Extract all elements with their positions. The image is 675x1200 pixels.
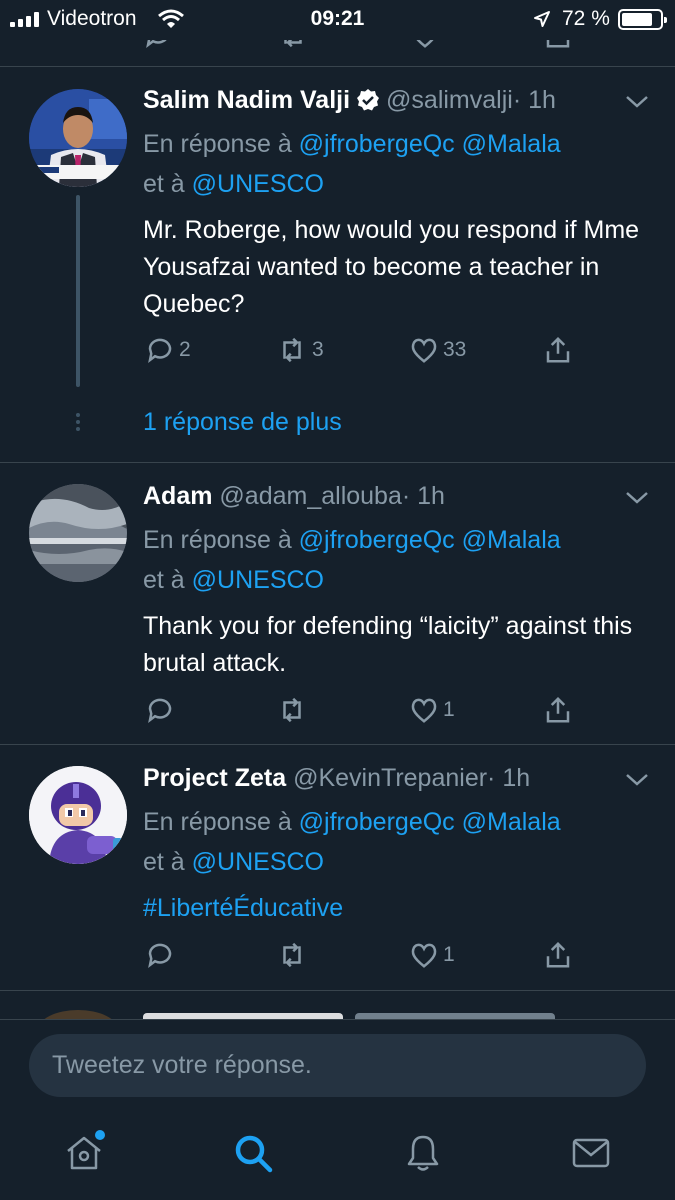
like-icon — [411, 943, 437, 968]
display-name[interactable]: Adam — [143, 482, 212, 510]
tweet-salim[interactable]: Salim Nadim Valji @salimvalji· 1h En répo… — [0, 0, 675, 462]
avatar[interactable] — [29, 766, 127, 864]
mention-link[interactable]: @jfrobergeQc — [299, 130, 455, 158]
retweet-button[interactable] — [276, 940, 308, 970]
home-notification-dot — [95, 1130, 105, 1140]
verified-badge-icon — [357, 89, 380, 111]
retweet-icon — [283, 942, 301, 968]
share-button[interactable] — [543, 335, 573, 365]
chevron-down-icon[interactable] — [624, 490, 650, 506]
search-icon[interactable] — [232, 1132, 274, 1174]
battery-percent: 72 % — [562, 7, 610, 30]
share-icon — [546, 336, 570, 363]
like-button[interactable]: 33 — [409, 335, 466, 365]
tweet-text: Mr. Roberge, how would you respond if Mm… — [143, 216, 640, 318]
notifications-icon[interactable] — [402, 1132, 444, 1174]
handle[interactable]: @salimvalji — [386, 86, 513, 114]
reply-context: En réponse à @jfrobergeQc @Malala et à @… — [143, 130, 561, 198]
like-icon — [411, 698, 437, 723]
tweet-actions: 1 — [0, 695, 675, 729]
more-replies-link[interactable]: 1 réponse de plus — [143, 408, 342, 437]
retweet-icon — [283, 697, 301, 723]
messages-icon[interactable] — [570, 1132, 612, 1174]
share-icon — [546, 941, 570, 968]
bottom-tab-bar — [0, 1110, 675, 1200]
like-count: 33 — [443, 338, 467, 361]
like-count: 1 — [443, 698, 455, 721]
display-name[interactable]: Project Zeta — [143, 764, 286, 792]
handle[interactable]: @adam_allouba — [219, 482, 401, 510]
reply-icon — [148, 338, 172, 363]
reply-button[interactable] — [145, 695, 175, 725]
next-tweet-peek — [0, 1000, 675, 1019]
tweet-header: Project Zeta @KevinTrepanier· 1h — [143, 764, 530, 793]
retweet-count: 3 — [312, 338, 324, 361]
mention-link[interactable]: @jfrobergeQc — [299, 526, 455, 554]
like-button[interactable]: 1 — [409, 695, 455, 725]
reply-context: En réponse à @jfrobergeQc @Malala et à @… — [143, 526, 561, 594]
tweet-header: Adam @adam_allouba· 1h — [143, 482, 445, 511]
tweet-project-zeta[interactable]: Project Zeta @KevinTrepanier· 1h En répo… — [0, 744, 675, 990]
tweet-header: Salim Nadim Valji @salimvalji· 1h — [143, 86, 556, 115]
mention-link[interactable]: @UNESCO — [192, 170, 324, 198]
status-bar: Videotron 09:21 72 % — [0, 0, 675, 40]
reply-icon — [148, 698, 172, 723]
battery-icon — [618, 9, 667, 30]
reply-context: En réponse à @jfrobergeQc @Malala et à @… — [143, 808, 561, 876]
tweet-actions: 1 — [0, 940, 675, 974]
reply-button[interactable]: 2 — [145, 335, 191, 365]
chevron-down-icon[interactable] — [624, 772, 650, 788]
share-button[interactable] — [543, 695, 573, 725]
mention-link[interactable]: @jfrobergeQc — [299, 808, 455, 836]
retweet-button[interactable]: 3 — [276, 335, 324, 365]
reply-icon — [148, 943, 172, 968]
like-count: 1 — [443, 943, 455, 966]
reply-compose-bar: Tweetez votre réponse. — [0, 1019, 675, 1110]
timestamp: · 1h — [512, 86, 556, 114]
chevron-down-icon[interactable] — [624, 94, 650, 110]
hashtag-link[interactable]: #LibertéÉducative — [143, 890, 653, 927]
like-button[interactable]: 1 — [409, 940, 455, 970]
timestamp: · 1h — [487, 764, 531, 792]
avatar[interactable] — [29, 89, 127, 187]
display-name[interactable]: Salim Nadim Valji — [143, 86, 350, 114]
tweet-adam[interactable]: Adam @adam_allouba· 1h En réponse à @jfr… — [0, 462, 675, 744]
tweet-actions: 2 3 33 — [0, 335, 675, 369]
more-dots-icon — [75, 413, 81, 434]
retweet-icon — [283, 337, 301, 363]
reply-input[interactable]: Tweetez votre réponse. — [29, 1034, 646, 1097]
location-arrow-icon — [534, 11, 550, 27]
mention-link[interactable]: @UNESCO — [192, 566, 324, 594]
mention-link[interactable]: @Malala — [462, 130, 561, 158]
mention-link[interactable]: @UNESCO — [192, 848, 324, 876]
share-icon — [546, 696, 570, 723]
reply-button[interactable] — [145, 940, 175, 970]
retweet-button[interactable] — [276, 695, 308, 725]
divider — [0, 990, 675, 991]
like-icon — [411, 338, 437, 363]
mention-link[interactable]: @Malala — [462, 526, 561, 554]
share-button[interactable] — [543, 940, 573, 970]
handle[interactable]: @KevinTrepanier — [293, 764, 487, 792]
reply-count: 2 — [179, 338, 191, 361]
mention-link[interactable]: @Malala — [462, 808, 561, 836]
tweet-text: Thank you for defending “laicity” agains… — [143, 612, 633, 677]
avatar[interactable] — [29, 484, 127, 582]
timestamp: · 1h — [401, 482, 445, 510]
